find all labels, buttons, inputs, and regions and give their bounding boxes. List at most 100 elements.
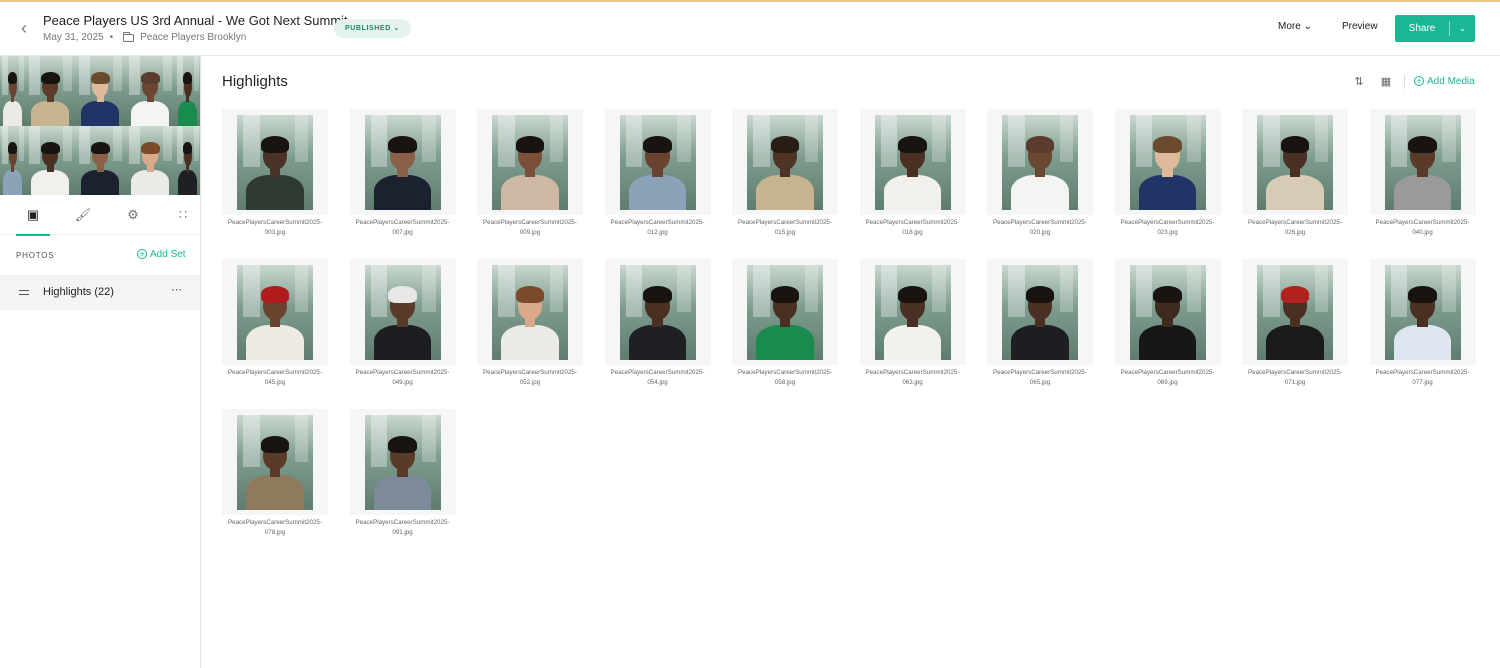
photo-thumbnail-frame xyxy=(477,259,583,365)
photo-thumbnail[interactable] xyxy=(364,264,441,360)
photo-thumbnail[interactable] xyxy=(364,414,441,510)
photo-card[interactable]: PeacePlayersCareerSummit2025- 069.jpg xyxy=(1114,259,1221,387)
filename-line-2: 065.jpg xyxy=(1029,378,1051,386)
photos-tab-image-icon[interactable]: ▣ xyxy=(16,195,50,236)
back-arrow-icon[interactable]: ‹ xyxy=(14,18,34,38)
photo-subject-body xyxy=(81,170,119,195)
photo-thumbnail[interactable] xyxy=(619,264,696,360)
photo-card[interactable]: PeacePlayersCareerSummit2025- 012.jpg xyxy=(604,109,711,237)
photo-thumbnail[interactable] xyxy=(492,114,568,210)
add-media-button[interactable]: + Add Media xyxy=(1414,76,1475,87)
photo-card[interactable]: PeacePlayersCareerSummit2025- 091.jpg xyxy=(349,409,456,537)
photo-subject-body xyxy=(373,175,432,210)
toolbar-divider xyxy=(1404,75,1405,89)
share-button[interactable]: Share xyxy=(1395,23,1449,34)
photos-section-label: PHOTOS xyxy=(16,251,55,260)
photo-thumbnail[interactable] xyxy=(1257,264,1333,360)
photo-thumbnail[interactable] xyxy=(874,114,951,210)
photo-card[interactable]: PeacePlayersCareerSummit2025- 020.jpg xyxy=(987,109,1093,237)
photo-card[interactable]: PeacePlayersCareerSummit2025- 026.jpg xyxy=(1242,109,1348,237)
photo-thumbnail-frame xyxy=(349,109,456,215)
photo-subject-body xyxy=(1138,325,1197,360)
photo-card[interactable]: PeacePlayersCareerSummit2025- 003.jpg xyxy=(222,109,328,237)
photo-card[interactable]: PeacePlayersCareerSummit2025- 058.jpg xyxy=(732,259,838,387)
share-dropdown-chevron-icon[interactable]: ⌄ xyxy=(1450,23,1475,34)
folder-link[interactable]: Peace Players Brooklyn xyxy=(140,32,246,43)
photo-thumbnail-frame xyxy=(222,259,328,365)
photo-subject-body xyxy=(131,100,169,126)
photo-card[interactable]: PeacePlayersCareerSummit2025- 071.jpg xyxy=(1242,259,1348,387)
photo-card[interactable]: PeacePlayersCareerSummit2025- 009.jpg xyxy=(477,109,583,237)
filename-line-1: PeacePlayersCareerSummit2025- xyxy=(228,369,322,376)
settings-tab-gear-icon[interactable]: ⚙ xyxy=(116,195,150,235)
photo-card[interactable]: PeacePlayersCareerSummit2025- 054.jpg xyxy=(604,259,711,387)
filename-line-2: 058.jpg xyxy=(774,378,796,386)
photo-thumbnail[interactable] xyxy=(874,264,951,360)
add-set-button[interactable]: + Add Set xyxy=(137,249,186,260)
photo-card[interactable]: PeacePlayersCareerSummit2025- 040.jpg xyxy=(1369,109,1476,237)
photo-subject-body xyxy=(246,475,304,510)
set-options-icon[interactable]: ⋯ xyxy=(171,283,183,296)
chevron-down-icon: ⌄ xyxy=(1303,21,1312,32)
drag-handle-icon[interactable] xyxy=(19,290,29,295)
design-tab-brush-icon[interactable]: 🖌 xyxy=(66,195,100,235)
share-button-group: Share ⌄ xyxy=(1395,15,1475,42)
activity-tab-rss-icon[interactable]: ∷ xyxy=(166,195,200,235)
photo-card[interactable]: PeacePlayersCareerSummit2025- 007.jpg xyxy=(349,109,456,237)
photo-thumbnail[interactable] xyxy=(1129,264,1206,360)
photo-card[interactable]: PeacePlayersCareerSummit2025- 018.jpg xyxy=(859,109,966,237)
photo-thumbnail-frame xyxy=(349,259,456,365)
photo-thumbnail[interactable] xyxy=(747,114,823,210)
photo-thumbnail[interactable] xyxy=(1002,114,1078,210)
photo-subject-body xyxy=(246,325,304,360)
photo-card[interactable]: PeacePlayersCareerSummit2025- 063.jpg xyxy=(859,259,966,387)
photo-thumbnail[interactable] xyxy=(1384,114,1461,210)
grid-view-icon[interactable]: ▦ xyxy=(1379,75,1393,89)
photo-thumbnail[interactable] xyxy=(1384,264,1461,360)
photo-filename: PeacePlayersCareerSummit2025- 091.jpg xyxy=(350,518,456,537)
cover-photo-collage[interactable] xyxy=(0,56,200,195)
photo-thumbnail[interactable] xyxy=(619,114,696,210)
photo-thumbnail[interactable] xyxy=(1129,114,1206,210)
photo-card[interactable]: PeacePlayersCareerSummit2025- 065.jpg xyxy=(987,259,1093,387)
photo-subject-hair xyxy=(515,286,545,303)
filename-line-2: 077.jpg xyxy=(1412,378,1433,386)
photo-card[interactable]: PeacePlayersCareerSummit2025- 045.jpg xyxy=(222,259,328,387)
photo-subject-body xyxy=(1393,175,1452,210)
photo-subject-hair xyxy=(643,286,672,303)
photo-card[interactable]: PeacePlayersCareerSummit2025- 049.jpg xyxy=(349,259,456,387)
cover-tile xyxy=(0,56,25,126)
photo-card[interactable]: PeacePlayersCareerSummit2025- 078.jpg xyxy=(222,409,328,537)
photo-card[interactable]: PeacePlayersCareerSummit2025- 052.jpg xyxy=(477,259,583,387)
photo-thumbnail[interactable] xyxy=(364,114,441,210)
photo-filename: PeacePlayersCareerSummit2025- 023.jpg xyxy=(1115,218,1221,237)
photo-card[interactable]: PeacePlayersCareerSummit2025- 015.jpg xyxy=(732,109,838,237)
photo-subject-hair xyxy=(140,72,160,84)
photo-subject-hair xyxy=(182,72,193,84)
photo-subject-body xyxy=(628,325,687,360)
filename-line-2: 018.jpg xyxy=(902,228,923,236)
filename-line-1: PeacePlayersCareerSummit2025- xyxy=(1248,369,1342,376)
photo-thumbnail[interactable] xyxy=(492,264,568,360)
photo-thumbnail[interactable] xyxy=(237,264,313,360)
sidebar-set-highlights[interactable]: Highlights (22) ⋯ xyxy=(0,275,200,310)
photo-filename: PeacePlayersCareerSummit2025- 058.jpg xyxy=(732,368,838,387)
photo-card[interactable]: PeacePlayersCareerSummit2025- 077.jpg xyxy=(1369,259,1476,387)
photo-subject-hair xyxy=(898,286,927,303)
more-menu-button[interactable]: More ⌄ xyxy=(1278,21,1312,32)
preview-button[interactable]: Preview xyxy=(1342,21,1378,32)
photo-filename: PeacePlayersCareerSummit2025- 009.jpg xyxy=(477,218,583,237)
photo-card[interactable]: PeacePlayersCareerSummit2025- 023.jpg xyxy=(1114,109,1221,237)
filename-line-1: PeacePlayersCareerSummit2025- xyxy=(1375,219,1470,226)
photo-filename: PeacePlayersCareerSummit2025- 018.jpg xyxy=(860,218,966,237)
photo-thumbnail[interactable] xyxy=(237,114,313,210)
sort-icon[interactable]: ⇅ xyxy=(1352,75,1366,89)
photo-subject-hair xyxy=(1280,286,1310,303)
photo-subject-body xyxy=(1011,325,1069,360)
photo-thumbnail[interactable] xyxy=(1002,264,1078,360)
photo-thumbnail[interactable] xyxy=(237,414,313,510)
photo-thumbnail[interactable] xyxy=(1257,114,1333,210)
photo-subject-hair xyxy=(1153,136,1182,153)
status-badge[interactable]: PUBLISHED ⌄ xyxy=(334,19,411,38)
photo-thumbnail[interactable] xyxy=(747,264,823,360)
